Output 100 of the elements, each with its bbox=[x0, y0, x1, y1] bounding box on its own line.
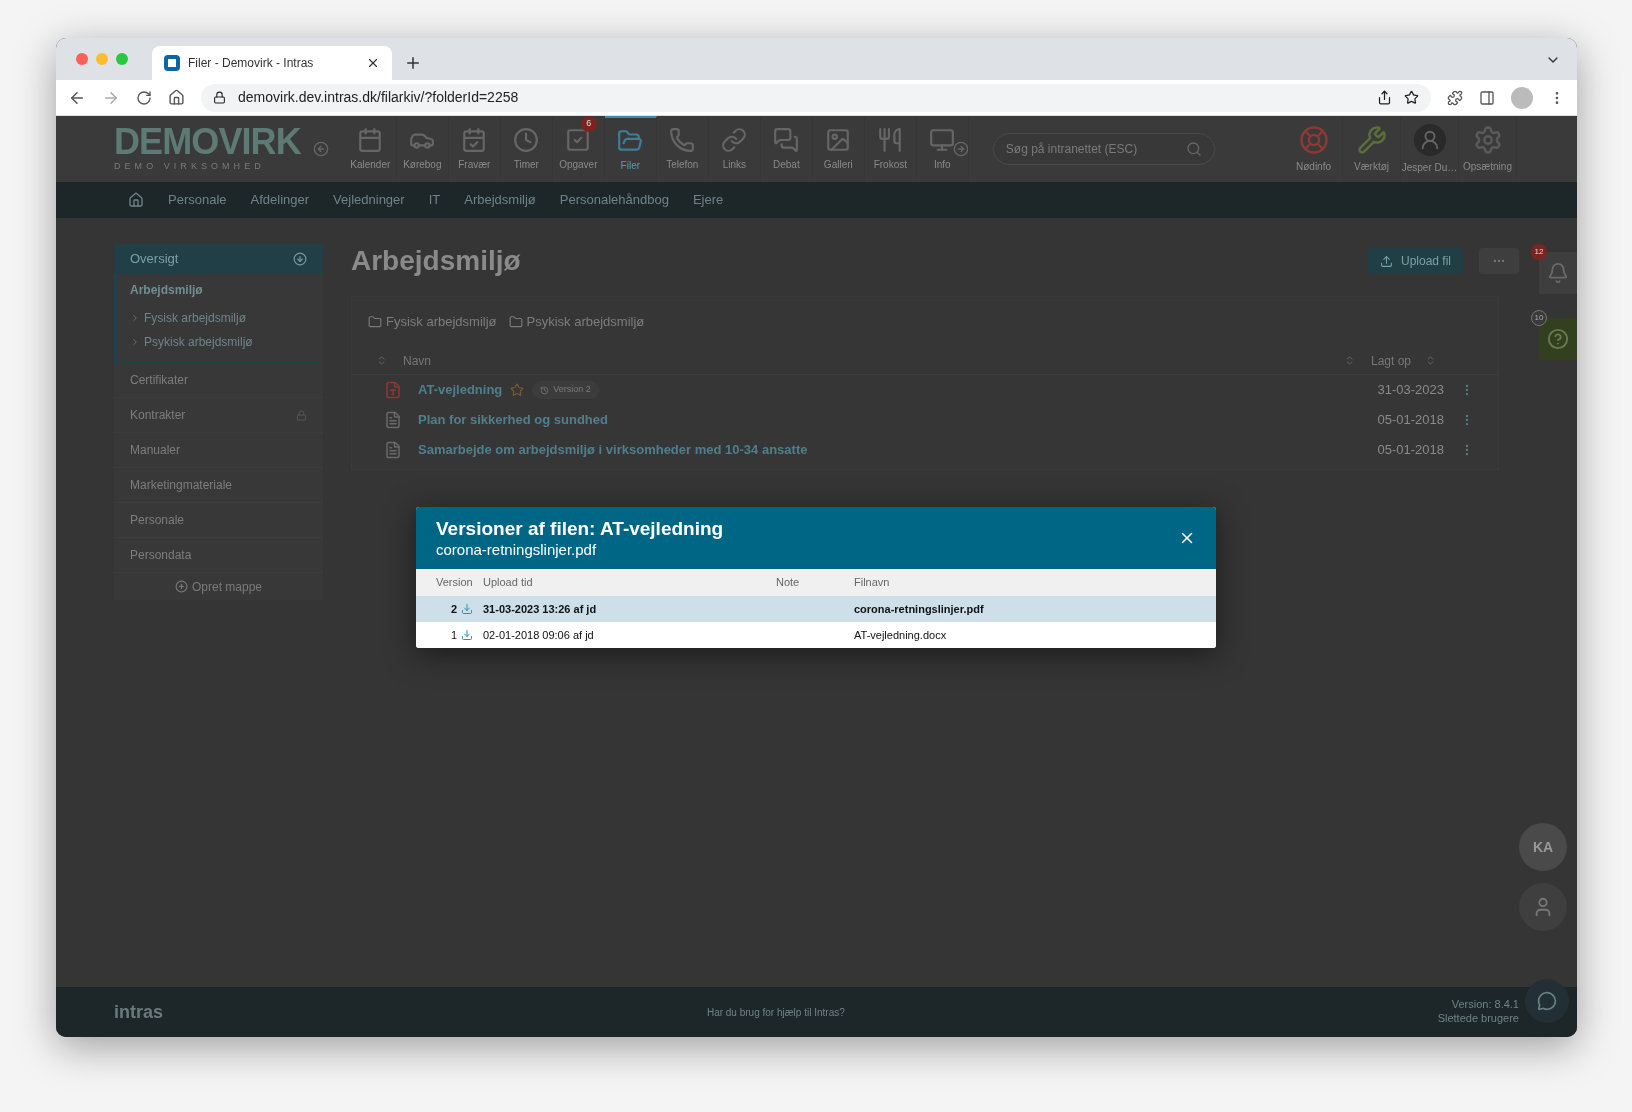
close-tab-icon[interactable] bbox=[366, 56, 380, 70]
tab-title: Filer - Demovirk - Intras bbox=[188, 55, 315, 72]
chevron-right-icon[interactable] bbox=[130, 337, 140, 348]
search-field[interactable]: Søg på intranettet (ESC) bbox=[992, 133, 1215, 165]
dialog-subtitle: corona-retningslinjer.pdf bbox=[436, 540, 598, 560]
collapse-icon[interactable] bbox=[312, 141, 329, 157]
bell-icon bbox=[1547, 262, 1569, 284]
file-name-link[interactable]: Plan for sikkerhed og sundhed bbox=[418, 410, 608, 430]
help-button[interactable] bbox=[1539, 318, 1577, 360]
column-header: Note bbox=[776, 575, 801, 591]
nav-link[interactable]: Vejledninger bbox=[333, 190, 405, 210]
sidebar-item[interactable]: Certifikater bbox=[130, 371, 188, 390]
close-window-icon[interactable] bbox=[76, 53, 88, 65]
column-header: Upload tid bbox=[483, 575, 534, 591]
sidebar-subitem[interactable]: Fysisk arbejdsmiljø bbox=[144, 309, 246, 328]
settings-icon bbox=[1472, 124, 1503, 155]
sort-icon[interactable] bbox=[1344, 355, 1355, 366]
monitor-icon bbox=[929, 126, 956, 153]
dialog-title: Versioner af filen: AT-vejledning bbox=[436, 516, 724, 541]
download-circle-icon[interactable] bbox=[293, 252, 307, 267]
notifications-button[interactable] bbox=[1539, 252, 1577, 294]
upload-button[interactable]: Upload fil bbox=[1367, 248, 1463, 274]
upload-icon bbox=[1379, 254, 1393, 268]
chevron-right-icon[interactable] bbox=[130, 313, 140, 324]
checkbox-icon bbox=[565, 126, 592, 153]
toolbar-item[interactable]: Jesper Du… bbox=[1401, 116, 1459, 182]
document-file-icon bbox=[384, 441, 402, 459]
home-icon[interactable] bbox=[168, 89, 185, 106]
user-avatar[interactable] bbox=[1519, 883, 1567, 931]
nav-link[interactable]: Personalehåndbog bbox=[559, 190, 669, 210]
nav-link[interactable]: Afdelinger bbox=[250, 190, 310, 210]
chat-bubble-icon bbox=[1537, 991, 1557, 1011]
url-field[interactable]: demovirk.dev.intras.dk/filarkiv/?folderId=2258 bbox=[201, 83, 1431, 112]
share-icon[interactable] bbox=[1377, 90, 1392, 105]
footer-logo: intras bbox=[114, 1000, 165, 1024]
sidebar-item[interactable]: Kontrakter bbox=[130, 406, 186, 425]
reload-icon[interactable] bbox=[136, 89, 152, 106]
column-header[interactable]: Navn bbox=[403, 351, 1344, 370]
wrench-icon bbox=[1356, 124, 1387, 155]
deleted-users-link[interactable]: Slettede brugere bbox=[1437, 1012, 1519, 1026]
lock-icon bbox=[213, 91, 226, 104]
bookmark-star-icon[interactable] bbox=[1404, 90, 1419, 105]
extensions-icon[interactable] bbox=[1447, 89, 1463, 106]
folder-link[interactable]: Fysisk arbejdsmiljø bbox=[386, 312, 497, 332]
calendar-check-icon bbox=[461, 126, 488, 153]
sort-icon[interactable] bbox=[1425, 355, 1436, 366]
version-number: 1 bbox=[450, 627, 457, 643]
sidebar-item[interactable]: Arbejdsmiljø bbox=[130, 281, 203, 300]
nav-link[interactable]: Ejere bbox=[692, 190, 724, 210]
version-row[interactable]: 2 31-03-2023 13:26 af jd corona-retningslinjer.pdf bbox=[416, 596, 1216, 622]
file-name-link[interactable]: Samarbejde om arbejdsmiljø i virksomheder med 10-34 ansatte bbox=[418, 440, 808, 460]
chat-button[interactable] bbox=[1525, 979, 1569, 1023]
arrow-circle-icon[interactable] bbox=[952, 141, 969, 157]
folder-icon bbox=[368, 315, 382, 329]
utensils-icon bbox=[877, 126, 904, 153]
pdf-file-icon bbox=[384, 381, 402, 399]
file-name-link[interactable]: AT-vejledning bbox=[418, 380, 503, 400]
profile-avatar[interactable] bbox=[1511, 86, 1533, 109]
home-icon[interactable] bbox=[128, 192, 144, 208]
column-header[interactable]: Lagt op bbox=[1371, 351, 1425, 370]
version-number: 2 bbox=[450, 601, 457, 617]
sidebar-item[interactable]: Personale bbox=[130, 511, 185, 530]
folder-icon bbox=[617, 127, 644, 154]
folder-link[interactable]: Psykisk arbejdsmiljø bbox=[526, 312, 645, 332]
create-folder-button[interactable]: Opret mappe bbox=[114, 573, 323, 600]
sidebar-item[interactable]: Manualer bbox=[130, 441, 181, 460]
logo[interactable]: DEMOVIRK bbox=[114, 124, 301, 161]
search-icon[interactable] bbox=[1185, 141, 1202, 157]
upload-time-cell-text: 31-03-2023 13:26 af jd bbox=[483, 601, 598, 617]
user-avatar[interactable]: KA bbox=[1519, 823, 1567, 871]
column-header: Version bbox=[436, 575, 474, 591]
link-icon bbox=[721, 126, 748, 153]
nav-link[interactable]: Personale bbox=[168, 190, 227, 210]
download-icon[interactable] bbox=[461, 603, 473, 615]
maximize-window-icon[interactable] bbox=[116, 53, 128, 65]
browser-tab[interactable]: Filer - Demovirk - Intras bbox=[152, 46, 392, 80]
count-badge: 10 bbox=[1531, 310, 1547, 326]
nav-link[interactable]: IT bbox=[428, 190, 441, 210]
filename-cell-text: corona-retningslinjer.pdf bbox=[854, 601, 984, 617]
count-badge: 6 bbox=[580, 116, 597, 132]
star-icon[interactable] bbox=[510, 383, 525, 397]
download-icon[interactable] bbox=[461, 629, 473, 641]
sort-icon[interactable] bbox=[376, 355, 387, 366]
nav-link[interactable]: Arbejdsmiljø bbox=[464, 190, 536, 210]
help-icon bbox=[1547, 328, 1569, 350]
plus-circle-icon bbox=[174, 580, 188, 594]
date-cell-text: 05-01-2018 bbox=[1377, 441, 1444, 460]
folder-icon bbox=[508, 315, 523, 329]
sidebar-item[interactable]: Marketingmateriale bbox=[130, 476, 233, 495]
sidebar-item[interactable]: Persondata bbox=[130, 546, 192, 565]
version-text: Version: 8.4.1 bbox=[1451, 998, 1519, 1012]
sidebar-subitem[interactable]: Psykisk arbejdsmiljø bbox=[144, 333, 253, 352]
side-panel-icon[interactable] bbox=[1479, 89, 1495, 106]
lifebuoy-icon bbox=[1298, 124, 1329, 155]
new-tab-icon[interactable] bbox=[404, 54, 422, 72]
calendar-icon bbox=[357, 126, 384, 153]
column-header: Filnavn bbox=[854, 575, 890, 591]
image-icon bbox=[825, 126, 852, 153]
version-row[interactable]: 1 02-01-2018 09:06 af jd AT-vejledning.docx bbox=[416, 622, 1216, 648]
help-link[interactable]: Har du brug for hjælp til Intras? bbox=[414, 1004, 1438, 1020]
